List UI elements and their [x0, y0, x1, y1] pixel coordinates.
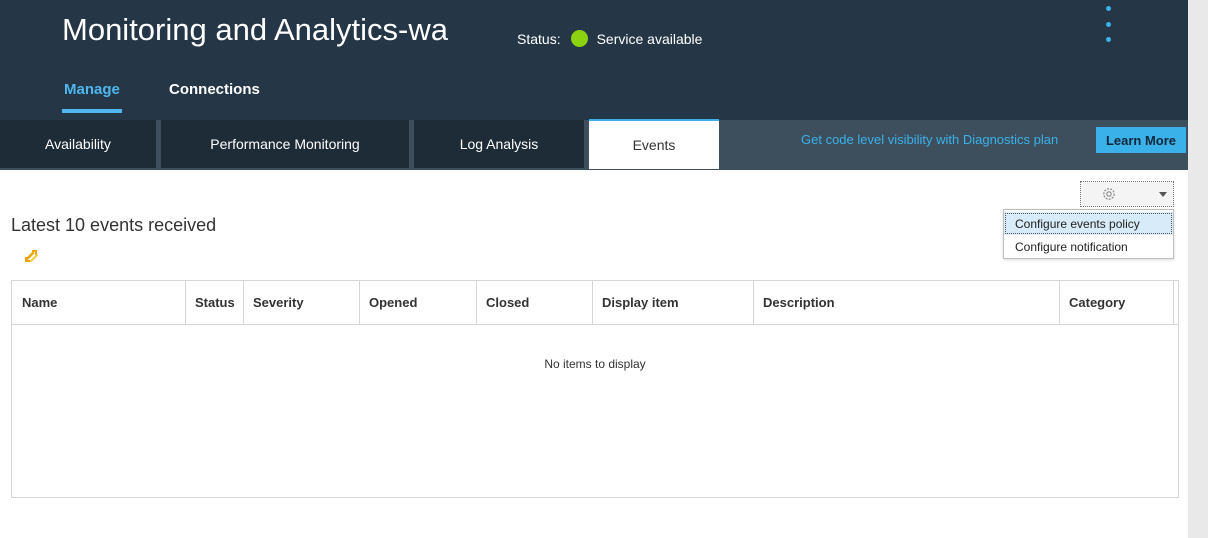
- chevron-down-icon: [1159, 192, 1167, 197]
- empty-state-text: No items to display: [544, 357, 646, 371]
- column-header-display-item[interactable]: Display item: [602, 281, 679, 324]
- diagnostics-promo-text[interactable]: Get code level visibility with Diagnosti…: [801, 132, 1058, 147]
- app-title: Monitoring and Analytics-wa: [62, 12, 448, 47]
- page: Monitoring and Analytics-wa Status: Serv…: [0, 0, 1208, 538]
- kebab-menu-icon[interactable]: [1100, 6, 1116, 42]
- status-label: Status:: [517, 30, 561, 47]
- column-header-name[interactable]: Name: [22, 281, 57, 324]
- scrollbar[interactable]: [1188, 0, 1208, 538]
- subtab-events[interactable]: Events: [589, 119, 719, 169]
- column-header-closed[interactable]: Closed: [486, 281, 529, 324]
- settings-dropdown-button[interactable]: [1080, 181, 1174, 207]
- table-header: Name Status Severity Opened Closed Displ…: [12, 281, 1178, 325]
- status-dot-icon: [570, 30, 588, 47]
- tab-manage[interactable]: Manage: [62, 81, 122, 113]
- tab-connections[interactable]: Connections: [169, 81, 260, 98]
- status-text: Service available: [596, 30, 703, 47]
- app-header: Monitoring and Analytics-wa Status: Serv…: [0, 0, 1188, 120]
- subtab-availability[interactable]: Availability: [0, 120, 156, 168]
- learn-more-button[interactable]: Learn More: [1096, 127, 1186, 153]
- events-table: Name Status Severity Opened Closed Displ…: [11, 280, 1179, 498]
- section-title: Latest 10 events received: [11, 215, 217, 235]
- settings-menu: Configure events policy Configure notifi…: [1003, 209, 1174, 259]
- column-header-status[interactable]: Status: [195, 281, 235, 324]
- column-header-opened[interactable]: Opened: [369, 281, 417, 324]
- column-header-severity[interactable]: Severity: [253, 281, 304, 324]
- subtab-log-analysis[interactable]: Log Analysis: [414, 120, 584, 168]
- sub-tab-bar: Availability Performance Monitoring Log …: [0, 119, 1188, 170]
- column-header-category[interactable]: Category: [1069, 281, 1125, 324]
- gear-icon: [1103, 188, 1115, 200]
- service-status: Status: Service available: [517, 30, 702, 47]
- subtab-performance-monitoring[interactable]: Performance Monitoring: [161, 120, 409, 168]
- column-header-description[interactable]: Description: [763, 281, 835, 324]
- refresh-icon[interactable]: [24, 248, 40, 264]
- menu-item-configure-notification[interactable]: Configure notification: [1004, 235, 1173, 258]
- menu-item-configure-events-policy[interactable]: Configure events policy: [1004, 212, 1173, 235]
